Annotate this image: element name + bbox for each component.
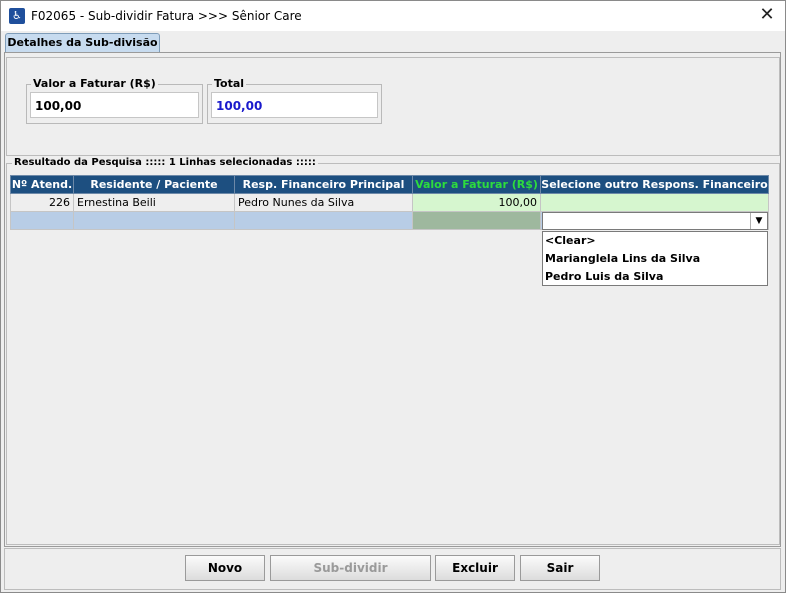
dropdown-option-clear[interactable]: <Clear> <box>543 232 767 250</box>
responsavel-dropdown-list: <Clear> Marianglela Lins da Silva Pedro … <box>542 231 768 286</box>
table-header-row: Nº Atend. Residente / Paciente Resp. Fin… <box>10 175 769 194</box>
cell-empty[interactable] <box>234 211 413 230</box>
chevron-down-icon[interactable]: ▼ <box>750 213 767 229</box>
summary-panel: Valor a Faturar (R$) 100,00 Total 100,00 <box>6 57 780 156</box>
novo-button[interactable]: Novo <box>185 555 265 581</box>
subdividir-button[interactable]: Sub-dividir <box>270 555 431 581</box>
total-field: 100,00 <box>211 92 378 118</box>
total-group: Total 100,00 <box>207 77 382 124</box>
table-row[interactable]: 226 Ernestina Beili Pedro Nunes da Silva… <box>10 193 769 212</box>
cell-outro-resp[interactable] <box>540 193 769 212</box>
results-legend: Resultado da Pesquisa ::::: 1 Linhas sel… <box>12 157 318 169</box>
close-button[interactable]: ✕ <box>755 4 779 28</box>
total-label: Total <box>212 77 247 90</box>
responsavel-combo[interactable]: ▼ <box>542 212 768 230</box>
dropdown-option-pedro-luis[interactable]: Pedro Luis da Silva <box>543 268 767 286</box>
title-bar: ♿ F02065 - Sub-dividir Fatura >>> Sênior… <box>1 1 785 31</box>
excluir-button[interactable]: Excluir <box>435 555 515 581</box>
valor-faturar-group: Valor a Faturar (R$) 100,00 <box>26 77 203 124</box>
column-header-resp[interactable]: Resp. Financeiro Principal <box>234 175 413 194</box>
window-title: F02065 - Sub-dividir Fatura >>> Sênior C… <box>31 9 302 23</box>
cell-empty[interactable] <box>412 211 541 230</box>
sair-button[interactable]: Sair <box>520 555 600 581</box>
cell-residente[interactable]: Ernestina Beili <box>73 193 235 212</box>
valor-faturar-label: Valor a Faturar (R$) <box>31 77 158 90</box>
tab-detalhes-subdivisao[interactable]: Detalhes da Sub-divisão <box>5 33 160 53</box>
app-logo-icon: ♿ <box>9 8 25 24</box>
column-header-outro-resp[interactable]: Selecione outro Respons. Financeiro <box>540 175 769 194</box>
cell-empty[interactable] <box>73 211 235 230</box>
cell-resp[interactable]: Pedro Nunes da Silva <box>234 193 413 212</box>
column-header-atend[interactable]: Nº Atend. <box>10 175 74 194</box>
column-header-valor[interactable]: Valor a Faturar (R$) <box>412 175 541 194</box>
cell-valor[interactable]: 100,00 <box>412 193 541 212</box>
column-header-residente[interactable]: Residente / Paciente <box>73 175 235 194</box>
dropdown-option-marianglela[interactable]: Marianglela Lins da Silva <box>543 250 767 268</box>
cell-empty[interactable] <box>10 211 74 230</box>
valor-faturar-field[interactable]: 100,00 <box>30 92 199 118</box>
cell-atend[interactable]: 226 <box>10 193 74 212</box>
